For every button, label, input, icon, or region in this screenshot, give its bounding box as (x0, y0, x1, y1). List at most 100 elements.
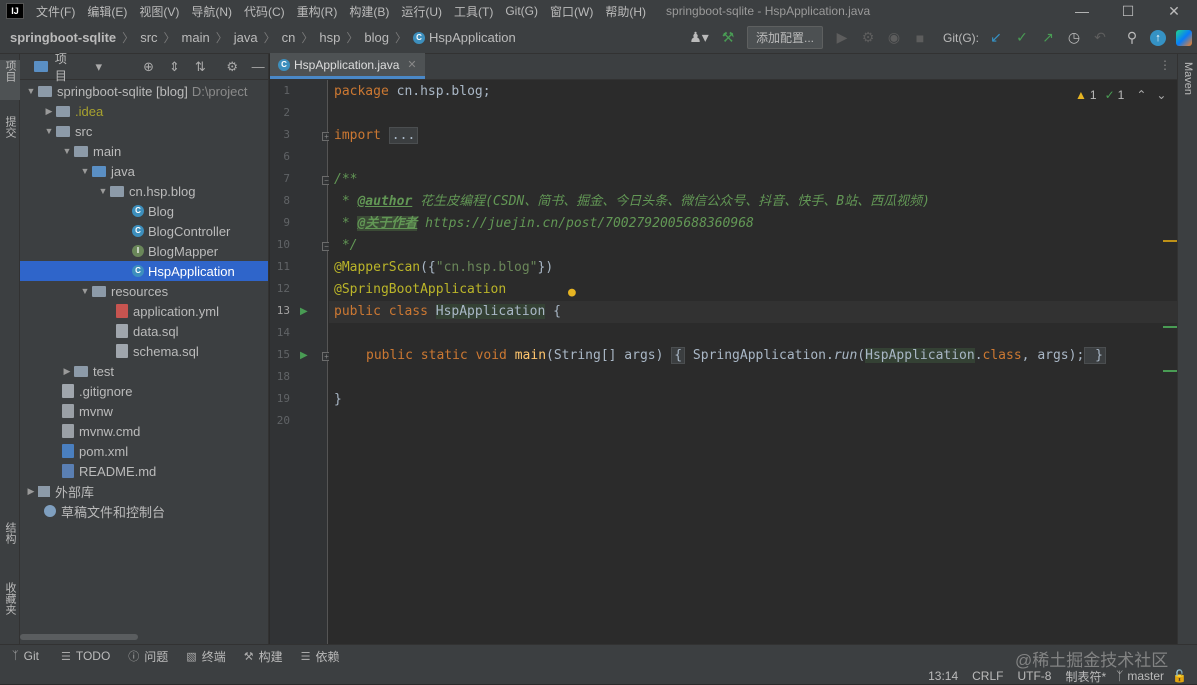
tree-item-java[interactable]: ▼ java (20, 161, 268, 181)
tree-item-scratches[interactable]: 草稿文件和控制台 (20, 501, 268, 521)
breadcrumb-java[interactable]: java (234, 30, 258, 45)
menu-navigate[interactable]: 导航(N) (185, 3, 238, 20)
chevron-down-icon[interactable]: ▼ (42, 126, 56, 136)
gear-icon[interactable]: ⚙ (222, 57, 242, 77)
commit-tool-tab[interactable]: 提交 (0, 116, 20, 156)
chevron-up-icon[interactable]: ⌃ (1136, 88, 1146, 102)
menu-view[interactable]: 视图(V) (133, 3, 185, 20)
tree-item-hspapplication[interactable]: C HspApplication (20, 261, 268, 281)
jetbrains-logo-icon[interactable] (1173, 27, 1195, 49)
menu-run[interactable]: 运行(U) (395, 3, 448, 20)
menu-code[interactable]: 代码(C) (238, 3, 291, 20)
breadcrumb-hsp[interactable]: hsp (319, 30, 340, 45)
folded-imports-placeholder[interactable]: ... (388, 127, 419, 144)
chevron-down-icon[interactable]: ▼ (78, 286, 92, 296)
tree-item-application-yml[interactable]: application.yml (20, 301, 268, 321)
tree-item-project-root[interactable]: ▼ springboot-sqlite [blog] D:\project (20, 81, 268, 101)
run-gutter-icon[interactable]: ▶ (300, 350, 308, 361)
update-icon[interactable]: ↑ (1147, 27, 1169, 49)
file-encoding[interactable]: UTF-8 (1017, 669, 1051, 683)
breadcrumb-class[interactable]: HspApplication (429, 30, 516, 45)
breadcrumb-project[interactable]: springboot-sqlite (0, 30, 116, 45)
favorites-tool-tab[interactable]: 收藏夹 (0, 582, 20, 636)
tool-window-build[interactable]: ⚒ 构建 (244, 648, 283, 665)
expand-all-icon[interactable]: ⇕ (165, 57, 185, 77)
chevron-down-icon[interactable]: ▼ (78, 166, 92, 176)
minimize-icon[interactable]: — (1059, 0, 1105, 22)
tool-window-problems[interactable]: ⓘ 问题 (128, 648, 168, 665)
tool-window-dependencies[interactable]: ☰ 依赖 (301, 648, 340, 665)
project-tool-tab[interactable]: 项目 (0, 60, 20, 100)
hide-panel-icon[interactable]: — (248, 57, 268, 77)
tree-item-resources[interactable]: ▼ resources (20, 281, 268, 301)
breadcrumb-cn[interactable]: cn (282, 30, 296, 45)
tree-item-idea[interactable]: ▶ .idea (20, 101, 268, 121)
user-icon[interactable]: ♟▾ (685, 27, 713, 49)
search-icon[interactable]: ⚲ (1121, 27, 1143, 49)
menu-help[interactable]: 帮助(H) (599, 3, 652, 20)
chevron-down-icon[interactable]: ▼ (60, 146, 74, 156)
menu-window[interactable]: 窗口(W) (544, 3, 599, 20)
build-hammer-icon[interactable]: ⚒ (717, 27, 739, 49)
menu-build[interactable]: 构建(B) (343, 3, 395, 20)
chevron-right-icon[interactable]: ▶ (24, 486, 38, 497)
git-commit-icon[interactable]: ✓ (1011, 27, 1033, 49)
warning-marker[interactable] (1163, 240, 1177, 242)
tool-window-todo[interactable]: ☰ TODO (61, 649, 110, 663)
menu-git[interactable]: Git(G) (499, 4, 544, 18)
lightbulb-icon[interactable]: ● (568, 285, 576, 300)
code-editor[interactable]: package cn.hsp.blog; import ... /** * @a… (329, 80, 1177, 644)
tree-item-data-sql[interactable]: data.sql (20, 321, 268, 341)
history-icon[interactable]: ◷ (1063, 27, 1085, 49)
menu-tools[interactable]: 工具(T) (448, 3, 499, 20)
ok-marker[interactable] (1163, 326, 1177, 328)
tree-item-main[interactable]: ▼ main (20, 141, 268, 161)
breadcrumb-main[interactable]: main (182, 30, 210, 45)
caret-position[interactable]: 13:14 (928, 669, 958, 683)
stop-icon[interactable]: ■ (909, 27, 931, 49)
tool-window-terminal[interactable]: ▧ 终端 (186, 648, 225, 665)
debug-icon[interactable]: ⚙ (857, 27, 879, 49)
locate-icon[interactable]: ⊕ (139, 57, 159, 77)
structure-tool-tab[interactable]: 结构 (0, 522, 20, 562)
tree-item-package[interactable]: ▼ cn.hsp.blog (20, 181, 268, 201)
tree-item-gitignore[interactable]: .gitignore (20, 381, 268, 401)
tree-item-blogmapper[interactable]: I BlogMapper (20, 241, 268, 261)
tree-item-external-libraries[interactable]: ▶ 外部库 (20, 481, 268, 501)
breadcrumb-blog[interactable]: blog (364, 30, 389, 45)
chevron-right-icon[interactable]: ▶ (42, 106, 56, 117)
chevron-down-icon[interactable]: ▼ (24, 86, 38, 96)
tree-item-mvnw-cmd[interactable]: mvnw.cmd (20, 421, 268, 441)
tree-item-src[interactable]: ▼ src (20, 121, 268, 141)
chevron-right-icon[interactable]: ▶ (60, 366, 74, 377)
chevron-down-icon[interactable]: ⌄ (1156, 88, 1166, 102)
ok-marker[interactable] (1163, 370, 1177, 372)
inspection-widget[interactable]: ▲ 1 ✓ 1 ⌃ ⌄ (1075, 86, 1166, 104)
tree-item-schema-sql[interactable]: schema.sql (20, 341, 268, 361)
tree-item-pom-xml[interactable]: pom.xml (20, 441, 268, 461)
add-configuration-button[interactable]: 添加配置... (746, 26, 823, 49)
tree-item-mvnw[interactable]: mvnw (20, 401, 268, 421)
tree-item-blogcontroller[interactable]: C BlogController (20, 221, 268, 241)
maven-tool-tab[interactable]: Maven (1178, 62, 1197, 122)
git-update-icon[interactable]: ↙ (985, 27, 1007, 49)
tree-item-test[interactable]: ▶ test (20, 361, 268, 381)
git-branch[interactable]: master (1127, 669, 1164, 683)
tree-item-readme[interactable]: README.md (20, 461, 268, 481)
run-gutter-icon[interactable]: ▶ (300, 306, 308, 317)
tool-window-git[interactable]: ᛉ Git (12, 649, 39, 663)
menu-file[interactable]: 文件(F) (30, 3, 81, 20)
project-horizontal-scrollbar[interactable] (20, 634, 138, 640)
more-tabs-icon[interactable]: ⋮ (1159, 58, 1171, 72)
maximize-icon[interactable]: ☐ (1105, 0, 1151, 22)
project-panel-title[interactable]: 项目 (55, 50, 79, 84)
collapse-all-icon[interactable]: ⇅ (190, 57, 210, 77)
git-push-icon[interactable]: ↗ (1037, 27, 1059, 49)
rollback-icon[interactable]: ↶ (1089, 27, 1111, 49)
breadcrumb-src[interactable]: src (140, 30, 157, 45)
close-tab-icon[interactable]: ✕ (407, 58, 416, 71)
coverage-icon[interactable]: ◉ (883, 27, 905, 49)
tree-item-blog[interactable]: C Blog (20, 201, 268, 221)
menu-refactor[interactable]: 重构(R) (291, 3, 344, 20)
lock-icon[interactable]: 🔓 (1172, 669, 1187, 683)
